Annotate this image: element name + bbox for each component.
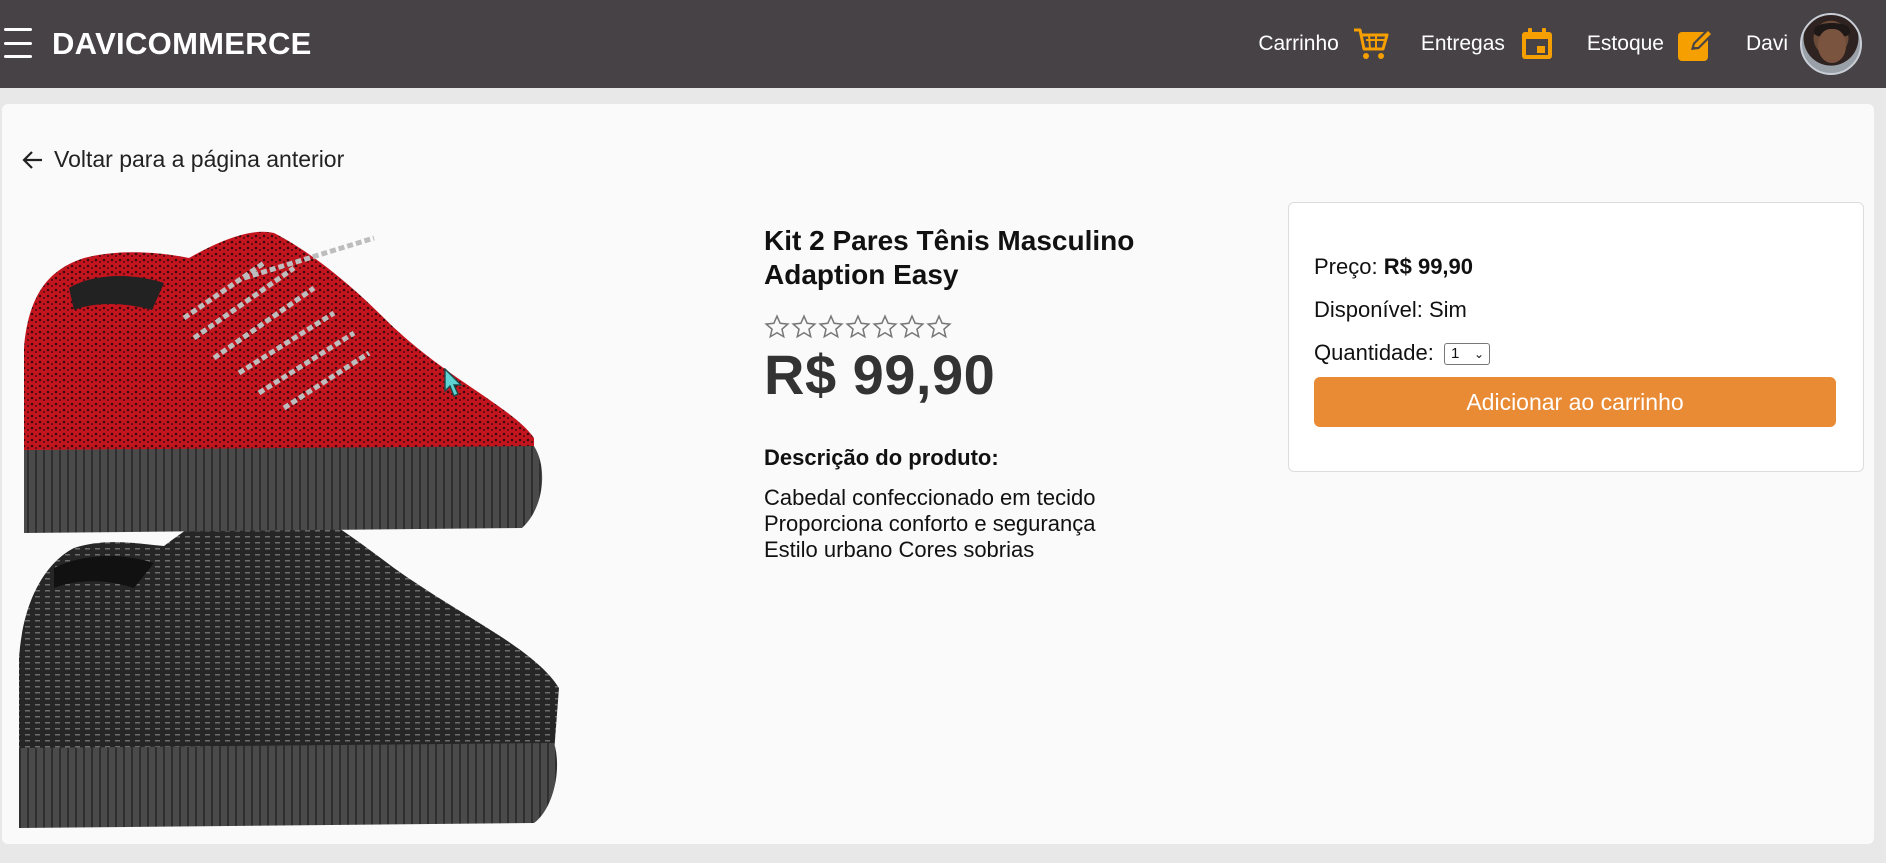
quantity-select[interactable]: 1 ⌄ (1444, 343, 1490, 366)
avatar[interactable] (1800, 13, 1862, 75)
availability-value: Sim (1428, 297, 1467, 322)
add-to-cart-button[interactable]: Adicionar ao carrinho (1314, 377, 1836, 427)
arrow-left-icon (22, 150, 42, 169)
top-navbar: DAVICOMMERCE Carrinho Entregas Estoque D… (0, 0, 1886, 88)
description-line: Estilo urbano Cores sobrias (764, 537, 1035, 562)
availability-label: Disponível: (1314, 297, 1423, 322)
description: Cabedal confeccionado em tecido Proporci… (764, 485, 1224, 563)
buybox-availability: Disponível: Sim (1314, 297, 1467, 323)
product-title: Kit 2 Pares Tênis Masculino Adaption Eas… (764, 225, 1135, 290)
buybox-price-label: Preço: (1314, 254, 1378, 279)
mouse-cursor-icon (444, 367, 464, 403)
user-menu[interactable]: Davi (1746, 13, 1862, 75)
star-icon[interactable] (818, 314, 844, 340)
star-icon[interactable] (926, 314, 952, 340)
product-info: Kit 2 Pares Tênis Masculino Adaption Eas… (764, 224, 1224, 563)
product-image (14, 228, 644, 836)
description-line: Proporciona conforto e segurança (764, 511, 1096, 536)
product-price: R$ 99,90 (764, 343, 996, 406)
brand-logo[interactable]: DAVICOMMERCE (52, 26, 312, 62)
product-page: Voltar para a página anterior Kit 2 Pare… (2, 104, 1874, 844)
buybox-quantity: Quantidade: 1 ⌄ (1314, 340, 1490, 366)
nav-deliveries-label: Entregas (1420, 32, 1505, 55)
rating-stars[interactable] (764, 314, 1224, 340)
back-link[interactable]: Voltar para a página anterior (22, 146, 344, 173)
nav-stock[interactable]: Estoque (1587, 24, 1716, 64)
nav-deliveries[interactable]: Entregas (1421, 24, 1557, 64)
cart-icon (1351, 24, 1391, 64)
nav-stock-label: Estoque (1586, 32, 1664, 55)
chevron-down-icon: ⌄ (1473, 347, 1484, 362)
quantity-label: Quantidade: (1314, 340, 1434, 365)
buybox-price: Preço: R$ 99,90 (1314, 254, 1473, 280)
nav-cart[interactable]: Carrinho (1258, 24, 1391, 64)
description-title: Descrição do produto: (764, 445, 999, 470)
buybox-price-value: R$ 99,90 (1383, 254, 1474, 279)
calendar-icon (1517, 24, 1557, 64)
star-icon[interactable] (872, 314, 898, 340)
hamburger-menu-icon[interactable] (4, 28, 32, 58)
star-icon[interactable] (845, 314, 871, 340)
nav-cart-label: Carrinho (1258, 32, 1339, 55)
edit-icon (1676, 24, 1716, 64)
star-icon[interactable] (899, 314, 925, 340)
star-icon[interactable] (764, 314, 790, 340)
nav-items: Carrinho Entregas Estoque Davi (1228, 0, 1862, 88)
user-name: Davi (1745, 32, 1788, 55)
back-link-label: Voltar para a página anterior (54, 146, 345, 172)
description-line: Cabedal confeccionado em tecido (764, 485, 1096, 510)
quantity-value: 1 (1451, 345, 1460, 363)
buy-box: Preço: R$ 99,90 Disponível: Sim Quantida… (1288, 202, 1864, 472)
star-icon[interactable] (791, 314, 817, 340)
